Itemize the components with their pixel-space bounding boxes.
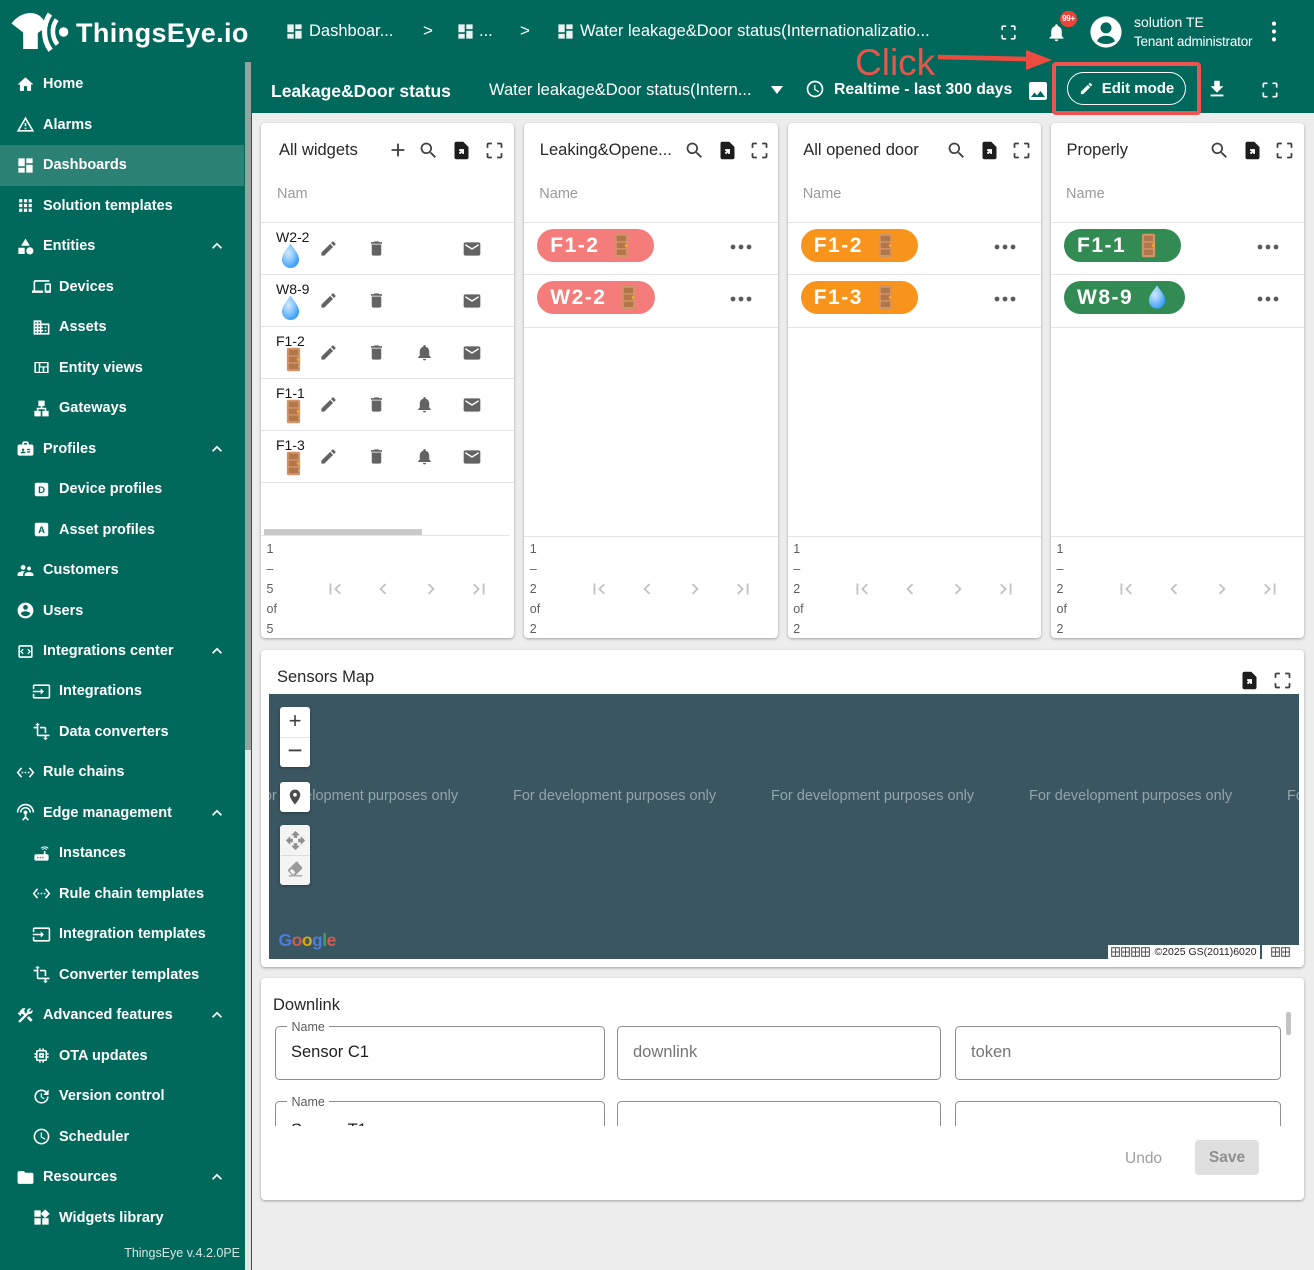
svg-text:D: D [38, 485, 45, 496]
svg-text:A: A [38, 525, 45, 536]
